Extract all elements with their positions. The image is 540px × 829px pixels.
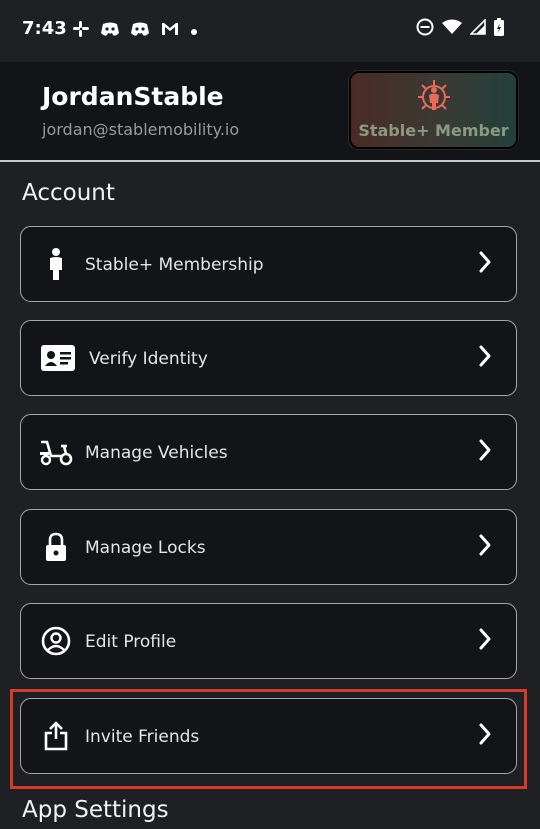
- person-icon: [39, 247, 73, 281]
- invite-friends-row[interactable]: Invite Friends: [20, 698, 517, 774]
- chevron-right-icon: [478, 438, 492, 466]
- verify-identity-row[interactable]: Verify Identity: [20, 320, 517, 396]
- app-settings-section-title: App Settings: [22, 797, 169, 823]
- lock-icon: [39, 530, 73, 564]
- profile-header: JordanStable jordan@stablemobility.io St…: [0, 62, 540, 162]
- row-label: Verify Identity: [89, 349, 208, 369]
- chevron-right-icon: [478, 722, 492, 750]
- chevron-right-icon: [478, 344, 492, 372]
- id-card-icon: [39, 341, 77, 375]
- system-icons: [416, 18, 504, 40]
- share-icon: [39, 719, 73, 753]
- discord-icon: [130, 21, 150, 41]
- row-label: Edit Profile: [85, 632, 177, 652]
- chevron-right-icon: [478, 250, 492, 278]
- stable-plus-membership-row[interactable]: Stable+ Membership: [20, 226, 517, 302]
- slack-icon: [72, 20, 90, 42]
- edit-profile-row[interactable]: Edit Profile: [20, 603, 517, 679]
- status-bar: 7:43: [0, 0, 540, 62]
- battery-icon: [494, 18, 504, 40]
- manage-locks-row[interactable]: Manage Locks: [20, 509, 517, 585]
- row-label: Stable+ Membership: [85, 255, 264, 275]
- badge-label: Stable+ Member: [358, 121, 509, 140]
- row-label: Manage Vehicles: [85, 443, 228, 463]
- manage-vehicles-row[interactable]: Manage Vehicles: [20, 414, 517, 490]
- user-circle-icon: [39, 624, 73, 658]
- dot-icon: [190, 22, 198, 40]
- dnd-icon: [416, 18, 434, 40]
- gmail-icon: [160, 21, 180, 41]
- row-label: Manage Locks: [85, 538, 206, 558]
- membership-badge[interactable]: Stable+ Member: [349, 71, 518, 149]
- username: JordanStable: [42, 82, 224, 111]
- chevron-right-icon: [478, 533, 492, 561]
- signal-icon: [469, 18, 486, 39]
- wifi-icon: [442, 19, 462, 39]
- chevron-right-icon: [478, 627, 492, 655]
- user-email: jordan@stablemobility.io: [42, 120, 240, 139]
- row-label: Invite Friends: [85, 727, 200, 747]
- stable-plus-icon: [417, 79, 451, 119]
- discord-icon: [100, 21, 120, 41]
- account-section-title: Account: [22, 180, 115, 206]
- status-time: 7:43: [22, 18, 67, 39]
- scooter-icon: [39, 435, 73, 469]
- notification-icons: [72, 20, 198, 42]
